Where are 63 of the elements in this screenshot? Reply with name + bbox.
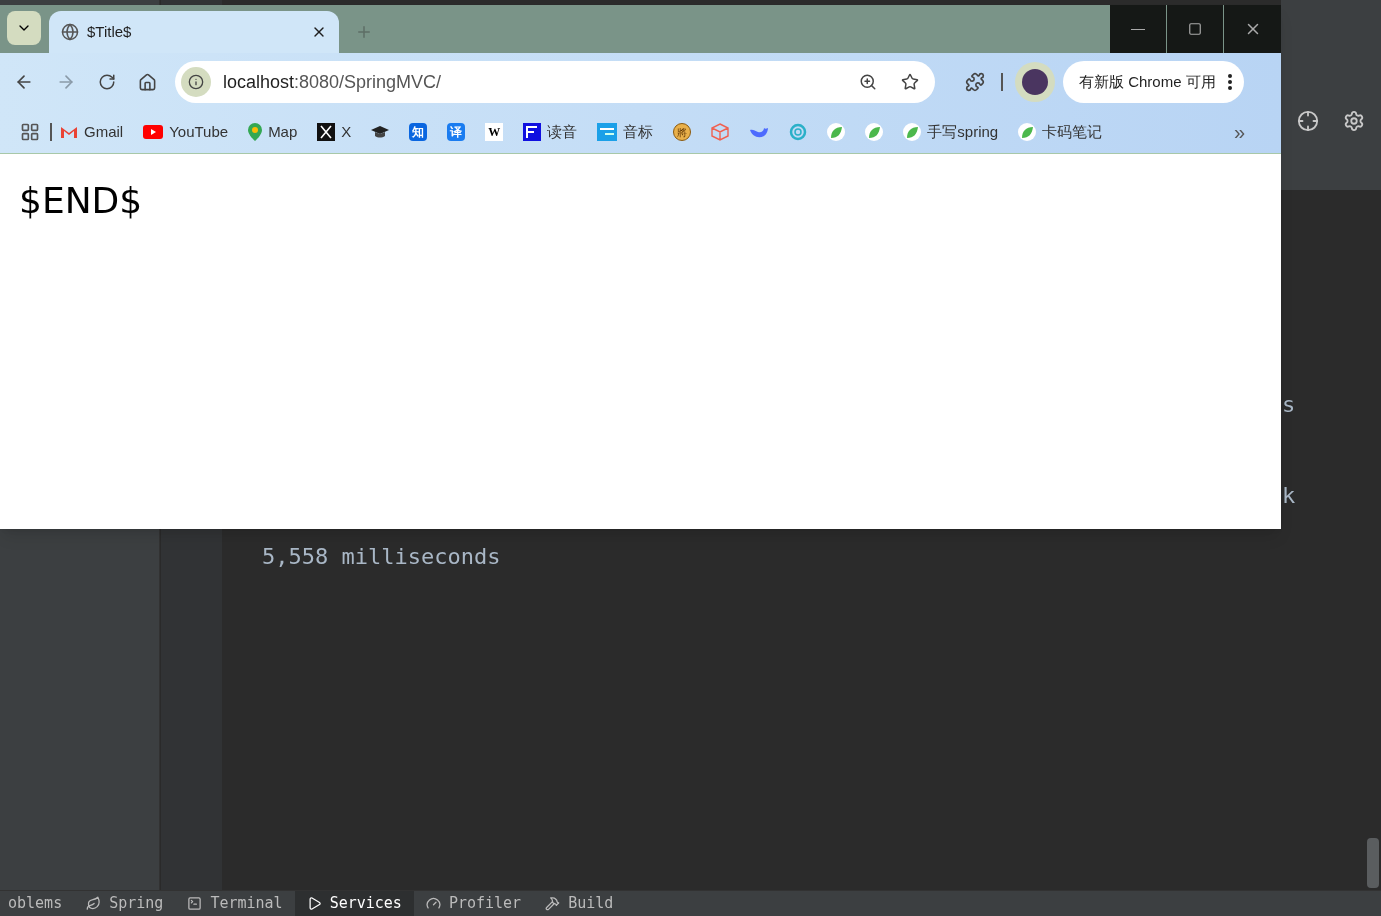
- play-icon: [143, 125, 164, 139]
- crosshair-icon[interactable]: [1297, 110, 1319, 132]
- bookmark[interactable]: 知: [409, 123, 428, 141]
- tool-window-tab[interactable]: Services: [294, 891, 414, 916]
- reload-icon[interactable]: [98, 73, 116, 91]
- leaf-icon: [1018, 123, 1037, 141]
- console-text: 5,558 milliseconds: [262, 544, 501, 569]
- minimize-icon: [1131, 28, 1145, 30]
- bookmark[interactable]: [371, 126, 390, 138]
- apps-icon[interactable]: [20, 122, 40, 142]
- leaf-icon: [86, 896, 102, 911]
- settings-icon[interactable]: [1343, 110, 1365, 132]
- zoom-icon[interactable]: [859, 73, 877, 91]
- leaf-icon: [903, 123, 922, 141]
- gauge-icon: [425, 896, 441, 911]
- bookmark[interactable]: 將: [673, 123, 692, 141]
- ring-icon: [789, 123, 808, 141]
- maximize-icon: [1188, 22, 1202, 36]
- update-button[interactable]: 有新版 Chrome 可用: [1063, 61, 1244, 103]
- tool-window-tab[interactable]: Spring: [74, 891, 176, 916]
- bookmark[interactable]: W: [485, 123, 504, 141]
- avatar[interactable]: [1015, 62, 1055, 102]
- play-icon: [306, 896, 322, 911]
- bookmark[interactable]: 卡码笔记: [1018, 120, 1103, 144]
- bookmark[interactable]: X: [317, 120, 352, 144]
- star-icon[interactable]: [901, 73, 919, 91]
- hammer-icon: [545, 896, 561, 911]
- leaf-icon: [827, 123, 846, 141]
- app-icon: [597, 123, 618, 141]
- globe-icon: [61, 23, 79, 41]
- map-pin-icon: [248, 123, 263, 141]
- cube-icon: [711, 123, 730, 141]
- url-text: localhost:8080/SpringMVC/: [223, 70, 443, 94]
- bookmark[interactable]: 读音: [523, 120, 578, 144]
- bookmark[interactable]: 译: [447, 123, 466, 141]
- bookmark[interactable]: Gmail: [60, 120, 124, 144]
- scrollbar: [1367, 838, 1379, 888]
- home-icon[interactable]: [138, 72, 157, 92]
- browser-tab[interactable]: $Title$: [49, 11, 339, 53]
- extensions-icon[interactable]: [965, 72, 985, 92]
- tab-search-button[interactable]: [7, 11, 41, 45]
- site-info-button[interactable]: [181, 67, 211, 97]
- bookmark[interactable]: 手写spring: [903, 120, 999, 144]
- tab-title: $Title$: [87, 21, 133, 42]
- x-logo-icon: [317, 123, 336, 141]
- info-icon: [188, 74, 204, 90]
- mail-icon: [60, 125, 78, 139]
- bookmark[interactable]: Map: [248, 120, 298, 144]
- address-bar[interactable]: localhost:8080/SpringMVC/: [175, 61, 935, 103]
- bookmark[interactable]: 音标: [597, 120, 654, 144]
- console-text: k: [1282, 482, 1296, 510]
- tool-window-tab[interactable]: Terminal: [175, 891, 295, 916]
- tool-window-tab[interactable]: Build: [533, 891, 626, 916]
- menu-icon: [1227, 74, 1232, 90]
- console-text: s: [1282, 391, 1296, 419]
- tool-window-tab[interactable]: oblems: [0, 891, 75, 916]
- page-heading: $END$: [19, 179, 144, 223]
- terminal-icon: [187, 896, 203, 911]
- leaf-icon: [865, 123, 884, 141]
- more-bookmarks-button[interactable]: »: [1233, 117, 1245, 147]
- graduation-cap-icon: [371, 126, 390, 138]
- tool-window-tab[interactable]: Profiler: [413, 891, 534, 916]
- bookmark[interactable]: YouTube: [143, 120, 229, 144]
